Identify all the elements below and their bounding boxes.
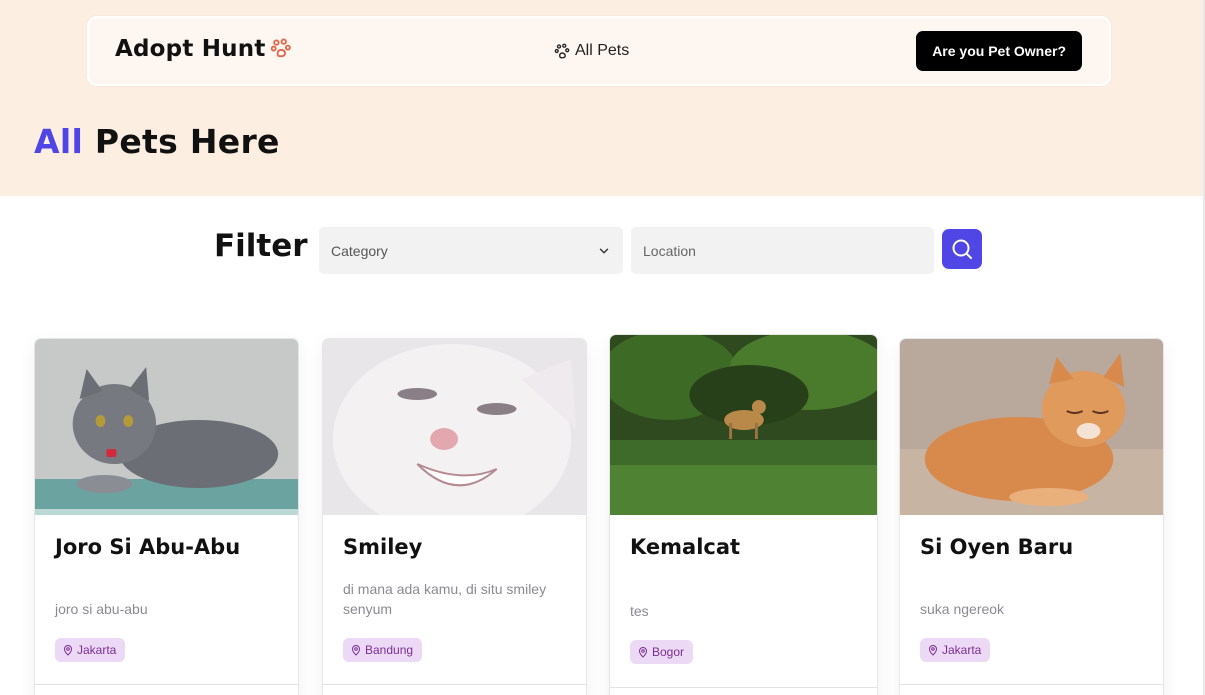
- page-title-accent: All: [34, 122, 84, 161]
- pet-card[interactable]: Smiley di mana ada kamu, di situ smiley …: [322, 338, 587, 695]
- location-pin-icon: [351, 645, 361, 656]
- pet-owner-button[interactable]: Are you Pet Owner?: [916, 31, 1082, 71]
- location-label: Bandung: [365, 643, 414, 657]
- category-select-value: Category: [331, 242, 388, 259]
- brand-logo[interactable]: Adopt Hunt: [115, 36, 292, 62]
- card-divider: [900, 684, 1163, 685]
- pet-description: di mana ada kamu, di situ smiley senyum: [343, 581, 547, 617]
- location-badge: Bandung: [343, 638, 423, 662]
- pet-name: Si Oyen Baru: [920, 535, 1074, 559]
- location-pin-icon: [638, 647, 648, 658]
- card-divider: [35, 684, 298, 685]
- pet-photo: [610, 335, 877, 515]
- location-label: Jakarta: [77, 643, 117, 657]
- nav-all-pets-label: All Pets: [575, 42, 630, 59]
- page-title-rest: Pets Here: [94, 122, 280, 161]
- location-pin-icon: [63, 645, 73, 656]
- navbar: Adopt Hunt All Pets Are you Pet Owner?: [87, 16, 1111, 86]
- filter-label: Filter: [214, 228, 308, 264]
- pet-card[interactable]: Si Oyen Baru suka ngereok Jakarta: [899, 338, 1164, 695]
- location-badge: Jakarta: [920, 638, 991, 662]
- paw-icon: [554, 43, 570, 59]
- pet-name: Joro Si Abu-Abu: [55, 535, 241, 559]
- pet-photo: [323, 339, 586, 515]
- card-divider: [610, 687, 877, 688]
- pet-name: Kemalcat: [630, 535, 741, 559]
- search-icon: [952, 239, 972, 259]
- pet-card[interactable]: Kemalcat tes Bogor: [609, 334, 878, 695]
- location-label: Bogor: [652, 645, 685, 659]
- location-pin-icon: [928, 645, 938, 656]
- location-badge: Bogor: [630, 640, 694, 664]
- paw-icon: [270, 38, 291, 58]
- pet-photo: [900, 339, 1163, 515]
- pet-card[interactable]: Joro Si Abu-Abu joro si abu-abu Jakarta: [34, 338, 299, 695]
- pet-description: suka ngereok: [920, 601, 1005, 617]
- category-select[interactable]: Category: [319, 227, 623, 274]
- card-divider: [323, 684, 586, 685]
- chevron-down-icon: [599, 248, 609, 253]
- search-button[interactable]: [942, 229, 982, 269]
- pet-name: Smiley: [343, 535, 423, 559]
- pet-description: tes: [630, 603, 649, 619]
- nav-all-pets-link[interactable]: All Pets: [553, 42, 629, 60]
- location-input[interactable]: [631, 227, 934, 274]
- page-title: All Pets Here: [34, 122, 280, 161]
- brand-name: Adopt Hunt: [115, 36, 266, 62]
- pet-photo: [35, 339, 298, 515]
- location-label: Jakarta: [942, 643, 982, 657]
- location-badge: Jakarta: [55, 638, 126, 662]
- pet-description: joro si abu-abu: [55, 601, 148, 617]
